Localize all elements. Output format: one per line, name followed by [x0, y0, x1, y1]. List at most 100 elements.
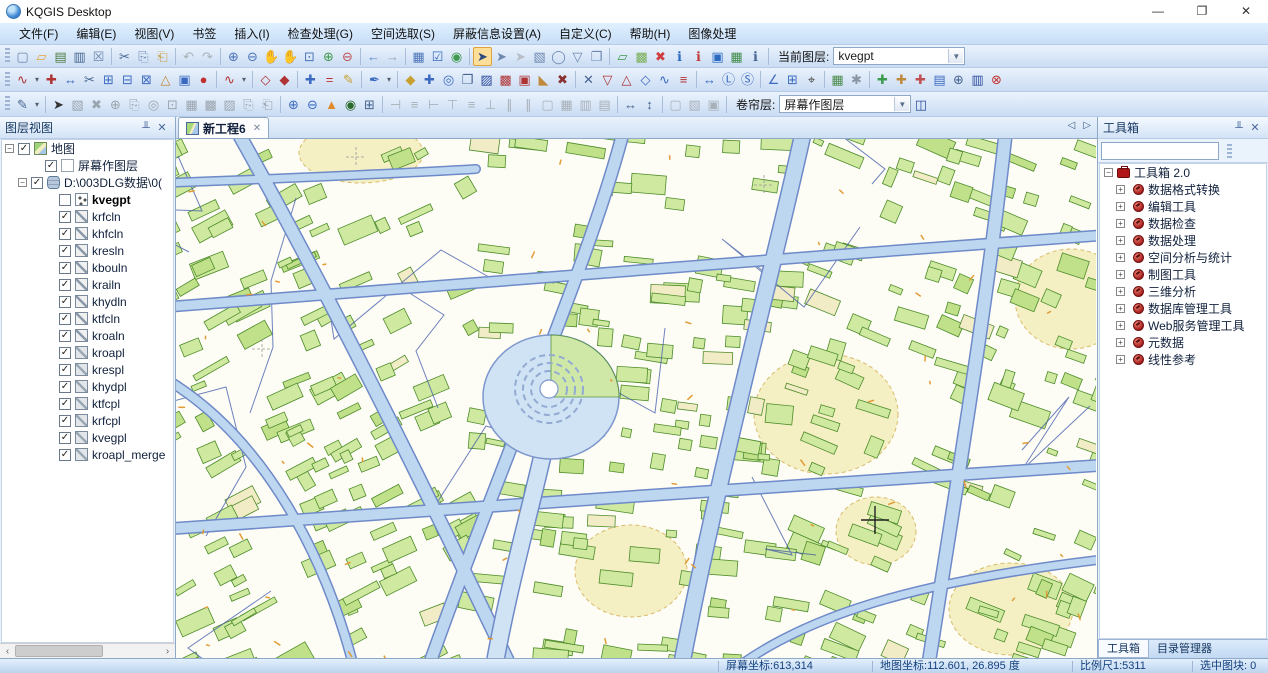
close-icon[interactable]: ✕: [1247, 121, 1263, 134]
rect-mask[interactable]: ▨: [477, 70, 496, 89]
ungroup[interactable]: ▥: [576, 95, 595, 114]
toolbox-group-8[interactable]: +Web服务管理工具: [1100, 317, 1266, 334]
node-add[interactable]: ⊞: [99, 70, 118, 89]
union[interactable]: ▩: [496, 70, 515, 89]
current-layer-select[interactable]: kvegpt▼: [833, 47, 965, 65]
zoom-out[interactable]: ⊖: [243, 47, 262, 66]
zoom-in[interactable]: ⊕: [224, 47, 243, 66]
select-tool[interactable]: ➤: [473, 47, 492, 66]
expander-icon[interactable]: +: [1116, 219, 1125, 228]
image-view[interactable]: ▦: [828, 70, 847, 89]
reshape-cut[interactable]: ◆: [275, 70, 294, 89]
split-line[interactable]: ✚: [42, 70, 61, 89]
page-copy[interactable]: ⎘: [125, 95, 144, 114]
find[interactable]: ⌖: [802, 70, 821, 89]
new-file[interactable]: ▢: [13, 47, 32, 66]
layout-zoom-in[interactable]: ⊕: [284, 95, 303, 114]
current-layer-select-arrow[interactable]: ▼: [948, 49, 963, 63]
expander-icon[interactable]: +: [1116, 338, 1125, 347]
layer-checkbox[interactable]: ✓: [59, 432, 71, 444]
tree-item-layer-kvegpt[interactable]: kvegpt: [2, 191, 173, 208]
intersect[interactable]: ▣: [515, 70, 534, 89]
deselect[interactable]: ➤: [511, 47, 530, 66]
layer-checkbox[interactable]: ✓: [18, 143, 30, 155]
menu-item-0[interactable]: 文件(F): [10, 23, 67, 45]
annotation-style[interactable]: ✎: [13, 95, 32, 114]
swipe-layer-select-arrow[interactable]: ▼: [894, 97, 909, 111]
zoom-window[interactable]: ⊡: [300, 47, 319, 66]
rotate-annotation[interactable]: ◎: [144, 95, 163, 114]
select-by-circle[interactable]: ◯: [549, 47, 568, 66]
expander-icon[interactable]: +: [1116, 355, 1125, 364]
attribute-form[interactable]: ▤: [930, 70, 949, 89]
tree-item-layer-kvegpl[interactable]: ✓kvegpl: [2, 429, 173, 446]
parallel[interactable]: =: [320, 70, 339, 89]
view-settings[interactable]: ☑: [428, 47, 447, 66]
cut[interactable]: ✂: [115, 47, 134, 66]
same-height[interactable]: ↕: [640, 95, 659, 114]
angle-tool[interactable]: △: [156, 70, 175, 89]
tree-item-layer-ktfcpl[interactable]: ✓ktfcpl: [2, 395, 173, 412]
tree-item-datasource[interactable]: −✓D:\003DLG数据\0(: [2, 174, 173, 191]
full-extent[interactable]: ▦: [409, 47, 428, 66]
stop-edits[interactable]: ⊗: [987, 70, 1006, 89]
panel-tab-0[interactable]: 工具箱: [1098, 640, 1149, 658]
swipe-tool[interactable]: ◫: [911, 95, 930, 114]
move-feature[interactable]: ↔: [61, 70, 80, 89]
align-center[interactable]: ≡: [405, 95, 424, 114]
toolbar-grip[interactable]: [5, 72, 10, 88]
toolbox-root[interactable]: −工具箱 2.0: [1100, 164, 1266, 181]
layer-checkbox[interactable]: ✓: [59, 415, 71, 427]
sketch-pen-dropdown[interactable]: ▾: [384, 70, 394, 89]
swipe-layer-select[interactable]: 屏幕作图层▼: [779, 95, 911, 113]
layer-checkbox[interactable]: ✓: [59, 279, 71, 291]
fixed-zoom-in[interactable]: ⊕: [319, 47, 338, 66]
paste-map[interactable]: ⎗: [258, 95, 277, 114]
snap[interactable]: ✚: [301, 70, 320, 89]
layer-checkbox[interactable]: ✓: [59, 449, 71, 461]
area-label[interactable]: Ⓢ: [738, 70, 757, 89]
save-edits[interactable]: ▥: [968, 70, 987, 89]
refresh-map[interactable]: ◉: [447, 47, 466, 66]
layer-checkbox[interactable]: ✓: [31, 177, 43, 189]
feature-count[interactable]: ℹ: [746, 47, 765, 66]
order[interactable]: ▤: [595, 95, 614, 114]
layer-checkbox[interactable]: ✓: [59, 245, 71, 257]
menu-item-5[interactable]: 检查处理(G): [279, 23, 362, 45]
trace-line-dropdown[interactable]: ▾: [239, 70, 249, 89]
expander-icon[interactable]: +: [1116, 253, 1125, 262]
identify[interactable]: ℹ: [670, 47, 689, 66]
densify[interactable]: ≡: [674, 70, 693, 89]
angle-measure[interactable]: ∠: [764, 70, 783, 89]
edit-point-tool[interactable]: ✚: [892, 70, 911, 89]
import-database[interactable]: ▤: [51, 47, 70, 66]
layer-checkbox[interactable]: ✓: [59, 228, 71, 240]
frame-select[interactable]: ▢: [666, 95, 685, 114]
scroll-right-icon[interactable]: ›: [160, 644, 175, 659]
grid-view[interactable]: ▦: [182, 95, 201, 114]
scale-annotation[interactable]: ⊡: [163, 95, 182, 114]
close-button[interactable]: ✕: [1224, 0, 1268, 23]
world-view[interactable]: ◉: [341, 95, 360, 114]
tab-nav-right-icon[interactable]: ▷: [1083, 120, 1091, 131]
node-edit[interactable]: ⊠: [137, 70, 156, 89]
toolbox-group-1[interactable]: +编辑工具: [1100, 198, 1266, 215]
menu-item-3[interactable]: 书签: [183, 23, 225, 45]
flip[interactable]: ▽: [598, 70, 617, 89]
scroll-left-icon[interactable]: ‹: [0, 644, 15, 659]
paste[interactable]: ⎗: [153, 47, 172, 66]
draw-line-dropdown[interactable]: ▾: [32, 70, 42, 89]
tree-item-screen-layer[interactable]: ✓屏幕作图层: [2, 157, 173, 174]
record[interactable]: ●: [194, 70, 213, 89]
redo[interactable]: ↷: [198, 47, 217, 66]
fixed-zoom-out[interactable]: ⊖: [338, 47, 357, 66]
tree-item-layer-khydln[interactable]: ✓khydln: [2, 293, 173, 310]
tree-item-layer-ktfcln[interactable]: ✓ktfcln: [2, 310, 173, 327]
attribute-window[interactable]: ▣: [708, 47, 727, 66]
grid-reference[interactable]: ⊞: [360, 95, 379, 114]
tree-item-layer-kroapl[interactable]: ✓kroapl: [2, 344, 173, 361]
tile-view[interactable]: ⊞: [783, 70, 802, 89]
align-middle[interactable]: ≡: [462, 95, 481, 114]
reshape[interactable]: ◇: [256, 70, 275, 89]
align-left[interactable]: ⊣: [386, 95, 405, 114]
